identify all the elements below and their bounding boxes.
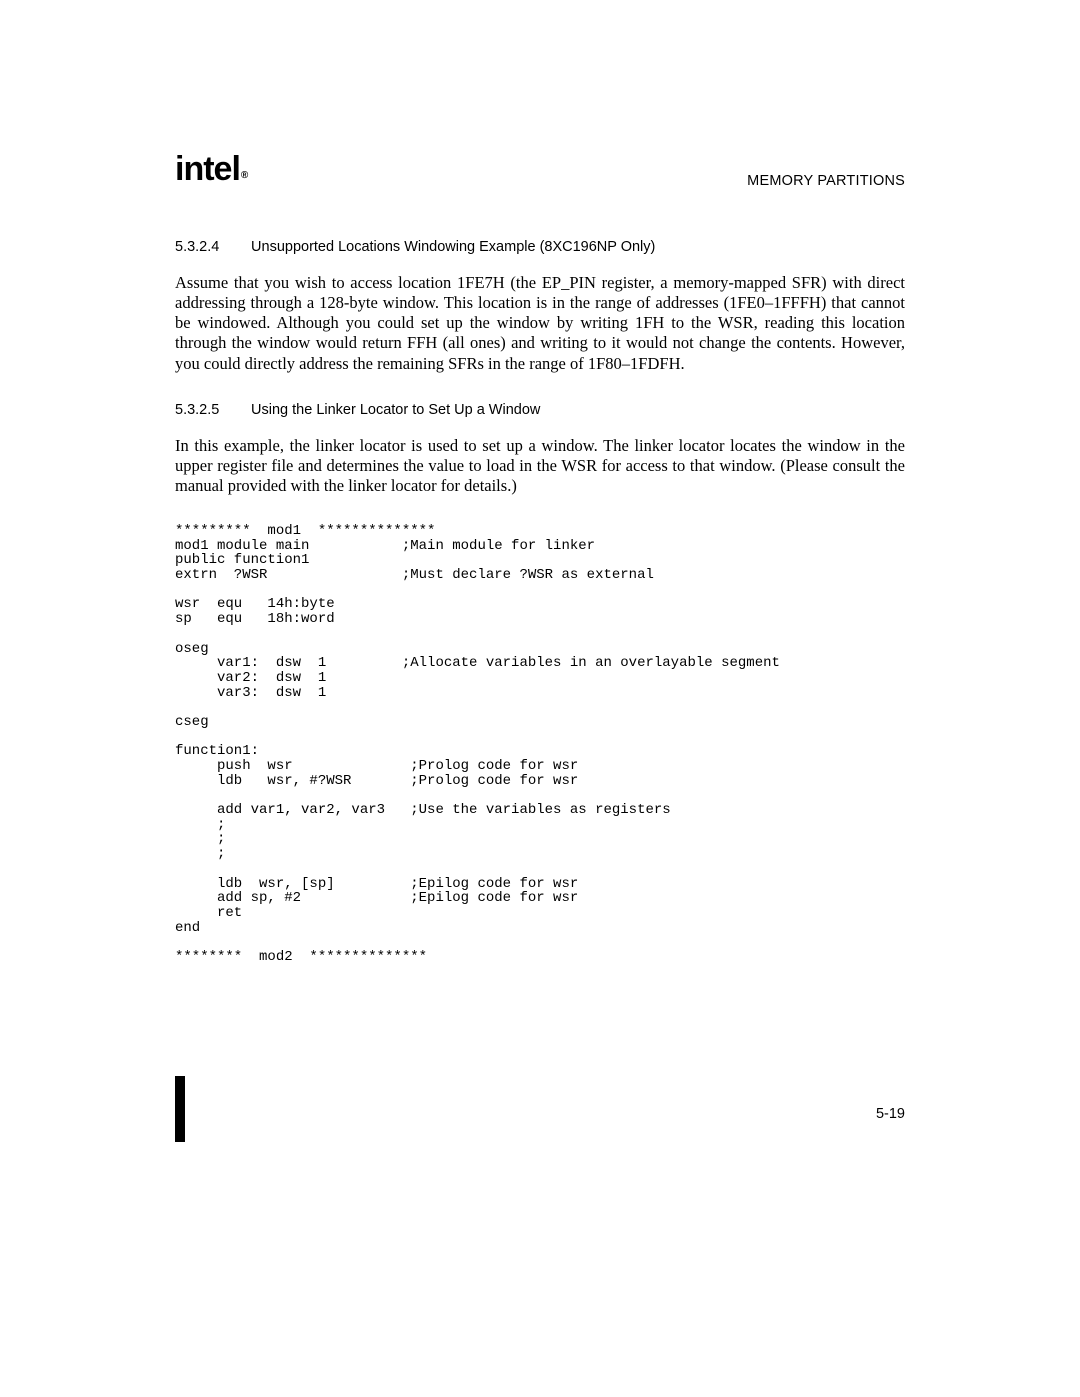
paragraph-1: Assume that you wish to access location … [175,273,905,374]
change-bar-icon [175,1076,185,1142]
code-listing: ********* mod1 ************** mod1 modul… [175,524,905,965]
section-heading-2: 5.3.2.5 Using the Linker Locator to Set … [175,402,905,418]
page-header: intel® MEMORY PARTITIONS [175,150,905,189]
page: intel® MEMORY PARTITIONS 5.3.2.4 Unsuppo… [0,0,1080,1397]
section-heading-1: 5.3.2.4 Unsupported Locations Windowing … [175,239,905,255]
paragraph-2: In this example, the linker locator is u… [175,436,905,496]
section-number: 5.3.2.4 [175,239,247,255]
section-number: 5.3.2.5 [175,402,247,418]
section-title: Unsupported Locations Windowing Example … [251,239,655,255]
page-number: 5-19 [876,1106,905,1122]
section-title: Using the Linker Locator to Set Up a Win… [251,402,540,418]
running-head: MEMORY PARTITIONS [747,173,905,189]
logo-text: intel [175,150,240,188]
registered-icon: ® [241,170,247,181]
intel-logo: intel® [175,150,246,189]
